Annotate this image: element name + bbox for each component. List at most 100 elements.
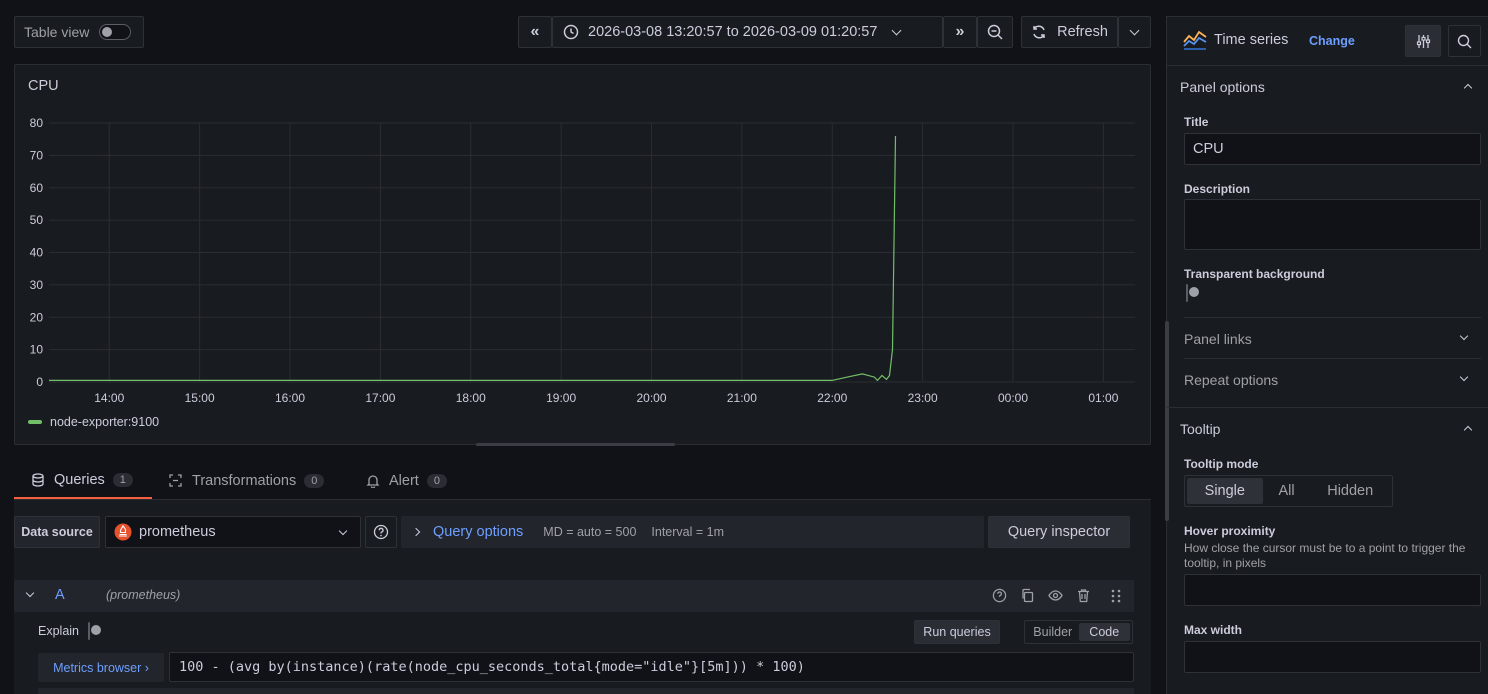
sliders-icon [1416,34,1430,48]
title-input[interactable]: CPU [1184,133,1481,165]
collapse-chevron-icon[interactable] [25,588,35,598]
y-tick-label: 50 [30,213,44,227]
run-queries-button[interactable]: Run queries [914,620,1000,644]
legend-item[interactable]: node-exporter:9100 [28,415,159,429]
editor-mode-switch: Builder Code [1024,620,1133,644]
x-tick-label: 17:00 [365,391,395,405]
time-shift-back-button[interactable]: « [518,16,552,48]
promql-query-editor[interactable]: 100 - (avg by(instance)(rate(node_cpu_se… [169,652,1134,682]
divider [1184,358,1481,359]
pane-resize-handle[interactable] [476,443,675,446]
builder-mode-button[interactable]: Builder [1027,625,1079,639]
panel-options-section-title[interactable]: Panel options [1180,79,1265,95]
time-range-picker[interactable]: 2026-03-08 13:20:57 to 2026-03-09 01:20:… [552,16,943,48]
code-mode-button[interactable]: Code [1078,623,1130,641]
datasource-label: Data source [14,516,100,548]
x-tick-label: 22:00 [817,391,847,405]
table-view-label: Table view [24,24,90,40]
chevron-down-icon [891,25,902,35]
run-queries-label: Run queries [923,625,991,639]
datasource-help-button[interactable] [365,516,397,548]
x-tick-label: 18:00 [456,391,486,405]
refresh-label: Refresh [1057,24,1108,40]
legend-color-swatch [28,420,42,424]
bell-icon [366,474,380,488]
tab-alert[interactable]: Alert 0 [366,462,447,499]
drag-handle-icon[interactable] [1110,588,1122,604]
cpu-chart: 0 10 20 30 40 50 60 70 80 14:00 15:00 16:00 17:00 18:… [30,116,1135,405]
double-chevron-left-icon: « [530,23,540,40]
panel-container: CPU 0 10 20 30 40 50 60 70 80 14:00 15:00 16:00 17:0… [14,64,1151,445]
tab-queries-label: Queries [54,471,105,488]
sidebar-scrollbar[interactable] [1165,321,1169,521]
datasource-label-text: Data source [21,525,93,539]
tab-queries[interactable]: Queries 1 [14,462,152,499]
visualization-name: Time series [1214,32,1289,48]
time-range-text: 2026-03-08 13:20:57 to 2026-03-09 01:20:… [588,24,878,40]
chevron-right-icon [411,527,421,537]
next-row-edge [38,688,1134,694]
datasource-select[interactable]: prometheus [105,516,361,548]
tooltip-mode-radio-group: Single All Hidden [1184,475,1393,507]
tab-alert-count: 0 [426,473,447,488]
table-view-switch[interactable] [99,24,132,40]
tab-transformations[interactable]: Transformations 0 [168,462,325,499]
max-data-points-info: MD = auto = 500 [543,525,637,539]
zoom-out-button[interactable] [977,16,1013,48]
tooltip-mode-hidden[interactable]: Hidden [1310,483,1390,499]
query-expression: 100 - (avg by(instance)(rate(node_cpu_se… [179,659,805,675]
trash-icon[interactable] [1076,588,1091,603]
y-tick-label: 80 [30,116,44,130]
section-divider [1167,407,1488,408]
tooltip-section-title[interactable]: Tooltip [1180,421,1220,437]
transform-icon [169,474,182,487]
tab-queries-count: 1 [112,472,133,487]
sync-icon [1033,25,1045,39]
y-tick-label: 60 [30,181,44,195]
legend-label: node-exporter:9100 [50,415,160,429]
query-row-header[interactable]: A (prometheus) [14,580,1134,612]
tooltip-mode-label: Tooltip mode [1184,457,1259,471]
eye-icon[interactable] [1048,588,1063,603]
chevron-down-icon [338,526,348,536]
x-tick-label: 21:00 [727,391,757,405]
query-options-label[interactable]: Query options [433,524,523,540]
y-tick-label: 20 [30,310,44,324]
query-inspector-button[interactable]: Query inspector [988,516,1130,548]
query-options-bar[interactable]: Query options MD = auto = 500 Interval =… [401,516,984,548]
tab-transformations-count: 0 [304,473,325,488]
query-inspector-label: Query inspector [1007,524,1111,540]
search-options-button[interactable] [1448,25,1481,57]
x-tick-label: 00:00 [998,391,1028,405]
metrics-browser-button[interactable]: Metrics browser › [38,653,164,682]
interval-info: Interval = 1m [651,525,725,539]
question-circle-icon [373,524,389,540]
repeat-options-section[interactable]: Repeat options [1184,372,1278,388]
x-tick-label: 16:00 [275,391,305,405]
hover-proximity-input[interactable] [1184,574,1481,606]
transparent-background-toggle[interactable] [1186,284,1188,302]
tab-alert-label: Alert [389,472,419,489]
table-view-toggle-group[interactable]: Table view [14,16,144,48]
change-viz-link[interactable]: Change [1309,34,1355,48]
explain-toggle[interactable] [88,622,90,640]
panel-links-section[interactable]: Panel links [1184,331,1252,347]
question-circle-icon[interactable] [992,588,1007,603]
divider [1184,317,1481,318]
max-width-input[interactable] [1184,641,1481,673]
clock-icon [563,24,579,40]
zoom-out-icon [987,24,1003,40]
title-field-label: Title [1184,115,1209,129]
options-toggle-button[interactable] [1405,25,1441,57]
tooltip-mode-single[interactable]: Single [1187,478,1263,504]
refresh-button[interactable]: Refresh [1021,16,1118,48]
query-ref-id[interactable]: A [55,587,65,603]
time-shift-forward-button[interactable]: » [943,16,977,48]
description-textarea[interactable] [1184,199,1481,250]
copy-icon[interactable] [1020,588,1035,603]
transparent-background-label: Transparent background [1184,267,1325,281]
tooltip-mode-all[interactable]: All [1263,483,1311,499]
refresh-interval-dropdown[interactable] [1118,16,1151,48]
y-tick-label: 10 [30,343,44,357]
explain-label: Explain [38,624,79,638]
